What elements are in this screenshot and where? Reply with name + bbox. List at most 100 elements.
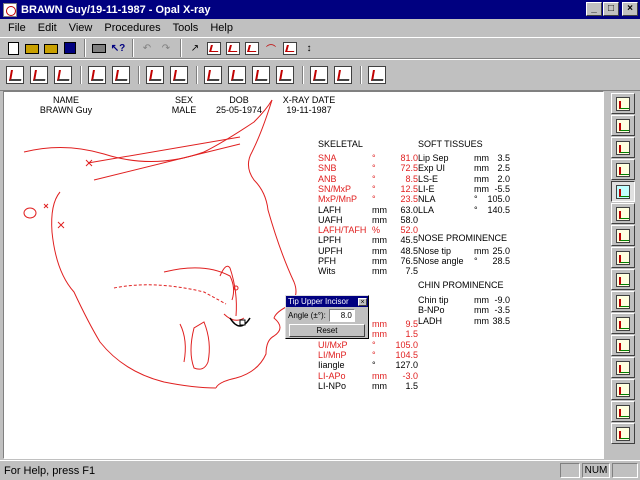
nose-prominence-title: NOSE PROMINENCE <box>418 233 508 243</box>
move-teeth-icon <box>276 66 294 84</box>
new-button[interactable] <box>4 39 22 57</box>
soft-tissue-button[interactable] <box>28 63 50 87</box>
window-title: BRAWN Guy/19-11-1987 - Opal X-ray <box>21 3 211 16</box>
open-folder-button[interactable] <box>42 39 60 57</box>
grid-icon <box>616 184 630 199</box>
tooth-add-button[interactable] <box>308 63 330 87</box>
point-move-button[interactable] <box>243 39 261 57</box>
save-button[interactable] <box>61 39 79 57</box>
metric-label: MxP/MnP <box>318 194 358 205</box>
metric-label: Iiangle <box>318 360 345 371</box>
metric-label: NLA <box>418 194 436 205</box>
trace-select-button[interactable] <box>4 63 26 87</box>
document-canvas[interactable]: NAME BRAWN Guy SEX MALE DOB 25-05-1974 X… <box>3 91 604 459</box>
curve-button[interactable]: ⌒ <box>262 39 280 57</box>
angle-alt-button[interactable] <box>168 63 190 87</box>
maximize-button[interactable]: □ <box>603 2 619 16</box>
sidebar-triangle-button[interactable] <box>611 159 635 180</box>
teeth-button[interactable] <box>52 63 74 87</box>
point-button[interactable] <box>205 39 223 57</box>
metric-value: -3.5 <box>494 305 510 316</box>
menu-file[interactable]: File <box>2 22 32 34</box>
metric-unit: ° <box>372 153 376 163</box>
metric-label: SNB <box>318 163 337 174</box>
metric-value: -9.0 <box>494 295 510 305</box>
menu-help[interactable]: Help <box>204 22 239 34</box>
open-button[interactable] <box>23 39 41 57</box>
sidebar-analysis-b-button[interactable] <box>611 247 635 268</box>
dialog-close-button[interactable]: × <box>358 297 367 306</box>
toolbar-separator <box>138 66 140 84</box>
metric-unit: mm <box>372 245 387 256</box>
menu-bar: File Edit View Procedures Tools Help <box>0 19 640 37</box>
metric-unit: % <box>372 225 381 236</box>
metric-label: LI-E <box>418 183 435 194</box>
metric-value: 2.5 <box>497 163 510 174</box>
sidebar-analysis-f-button[interactable] <box>611 335 635 356</box>
scale-button[interactable]: ↕ <box>300 39 318 57</box>
reset-button[interactable]: Reset <box>289 324 365 337</box>
sidebar-analysis-g-button[interactable] <box>611 357 635 378</box>
angle-button[interactable] <box>144 63 166 87</box>
chin-button[interactable] <box>366 63 388 87</box>
sidebar-analysis-d-button[interactable] <box>611 291 635 312</box>
tooth-move-button[interactable] <box>332 63 354 87</box>
metric-unit: mm <box>372 256 387 266</box>
metric-value: 38.5 <box>492 315 510 326</box>
menu-tools[interactable]: Tools <box>167 22 205 34</box>
sidebar-clear-button[interactable] <box>611 93 635 114</box>
redo-button[interactable]: ↷ <box>157 39 175 57</box>
toolbar-separator <box>132 39 134 57</box>
sidebar-analysis-j-button[interactable] <box>611 423 635 444</box>
sidebar-analysis-e-button[interactable] <box>611 313 635 334</box>
undo-button[interactable]: ↶ <box>138 39 156 57</box>
sidebar-angle-analysis-button[interactable] <box>611 137 635 158</box>
metric-value: 105.0 <box>395 339 418 350</box>
metric-label: Lip Sep <box>418 153 449 163</box>
menu-procedures[interactable]: Procedures <box>98 22 166 34</box>
metric-unit: ° <box>474 256 478 267</box>
procedures-toolbar <box>0 59 640 91</box>
angle-input[interactable]: 8.0 <box>328 309 355 322</box>
sidebar-report-button[interactable] <box>611 115 635 136</box>
tooth-move-icon <box>334 66 352 84</box>
menu-edit[interactable]: Edit <box>32 22 63 34</box>
analysis-b-icon <box>616 250 630 265</box>
print-button[interactable] <box>90 39 108 57</box>
superimpose-button[interactable] <box>86 63 108 87</box>
sidebar-grid-button[interactable] <box>611 181 635 202</box>
metric-unit: ° <box>474 194 478 205</box>
triangle-icon <box>616 162 630 177</box>
metric-value: 12.5 <box>400 183 418 194</box>
save-icon <box>64 42 76 54</box>
metric-value: 105.0 <box>487 194 510 205</box>
move-maxilla-button[interactable] <box>202 63 224 87</box>
metric-value: 7.5 <box>405 266 418 277</box>
point-red-button[interactable] <box>224 39 242 57</box>
sidebar-active-grid-button[interactable] <box>611 203 635 224</box>
rotate-button[interactable] <box>250 63 272 87</box>
move-maxilla-icon <box>204 66 222 84</box>
measure-grid-button[interactable] <box>110 63 132 87</box>
digitize-button[interactable] <box>281 39 299 57</box>
app-icon[interactable] <box>3 2 17 17</box>
skeletal-title: SKELETAL <box>318 139 363 149</box>
cephalometric-tracing[interactable] <box>4 92 304 392</box>
metric-value: 9.5 <box>405 319 418 329</box>
move-mandible-button[interactable] <box>226 63 248 87</box>
close-button[interactable]: × <box>622 2 638 16</box>
sidebar-analysis-a-button[interactable] <box>611 225 635 246</box>
minimize-button[interactable]: _ <box>586 2 602 16</box>
metric-value: 76.5 <box>400 256 418 266</box>
sidebar-analysis-c-button[interactable] <box>611 269 635 290</box>
sidebar-analysis-i-button[interactable] <box>611 401 635 422</box>
toolbar-separator <box>180 39 182 57</box>
help-cursor-button[interactable]: ↖? <box>109 39 127 57</box>
trace-button[interactable]: ↗ <box>186 39 204 57</box>
point-icon <box>207 41 221 55</box>
metric-unit: mm <box>372 319 387 329</box>
sidebar-analysis-h-button[interactable] <box>611 379 635 400</box>
scale-icon: ↕ <box>306 42 312 54</box>
move-teeth-button[interactable] <box>274 63 296 87</box>
menu-view[interactable]: View <box>63 22 99 34</box>
